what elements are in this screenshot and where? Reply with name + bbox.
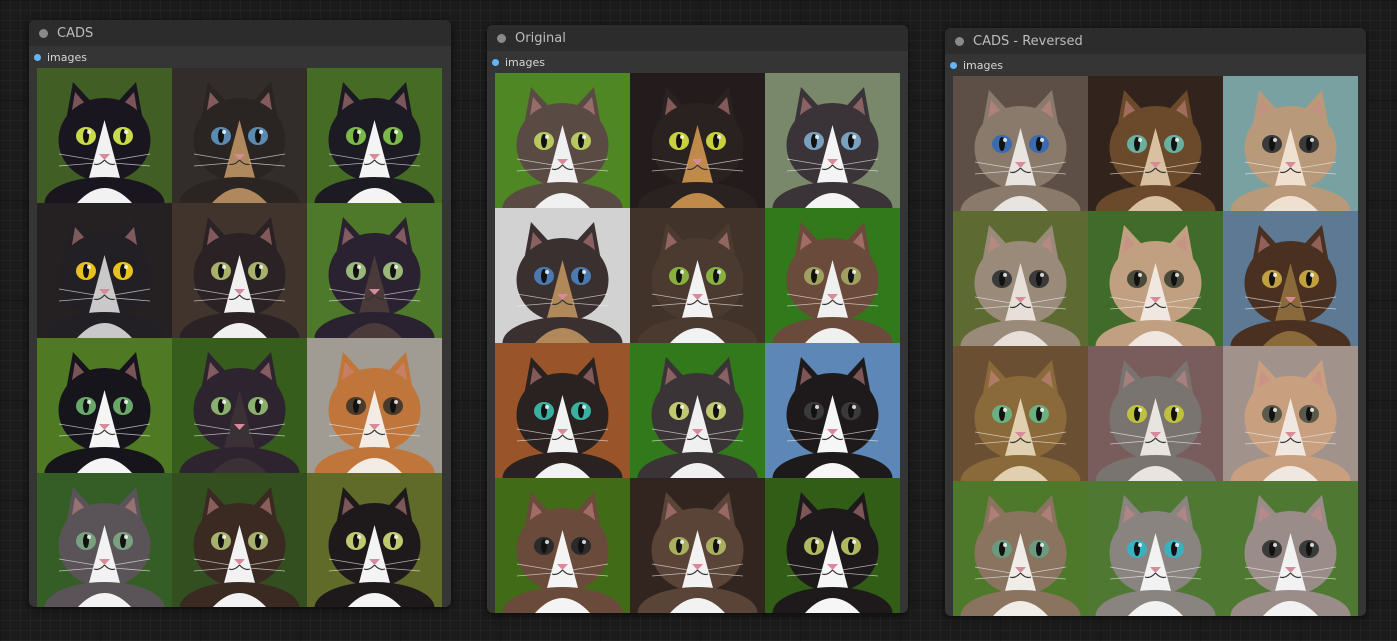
cat-image-thumbnail [1088, 76, 1223, 211]
cat-image-thumbnail [495, 73, 630, 208]
cads-node[interactable]: CADS images [29, 20, 451, 607]
output-label: images [505, 55, 545, 69]
image-grid [37, 68, 442, 607]
cat-image-thumbnail [765, 73, 900, 208]
output-label: images [47, 50, 87, 64]
cat-image-thumbnail [307, 338, 442, 473]
cat-image-thumbnail [495, 208, 630, 343]
image-grid [495, 73, 900, 613]
cat-image-thumbnail [1088, 211, 1223, 346]
node-header[interactable]: CADS [29, 20, 451, 46]
cat-image-thumbnail [953, 346, 1088, 481]
collapse-dot-icon[interactable] [955, 36, 964, 46]
cat-image-thumbnail [495, 478, 630, 613]
cat-image-thumbnail [1223, 211, 1358, 346]
slot-dot-icon[interactable] [950, 61, 957, 69]
image-grid [953, 76, 1358, 616]
cat-image-thumbnail [765, 343, 900, 478]
cat-image-thumbnail [765, 478, 900, 613]
slot-dot-icon[interactable] [34, 53, 41, 61]
cat-image-thumbnail [172, 473, 307, 607]
node-header[interactable]: CADS - Reversed [945, 28, 1366, 54]
cat-image-thumbnail [630, 478, 765, 613]
cat-image-thumbnail [172, 338, 307, 473]
original-node[interactable]: Original images [487, 25, 908, 613]
node-title: CADS [57, 25, 94, 41]
cat-image-thumbnail [953, 76, 1088, 211]
slot-dot-icon[interactable] [492, 58, 499, 66]
cat-image-thumbnail [1223, 346, 1358, 481]
cat-image-thumbnail [37, 338, 172, 473]
cat-image-thumbnail [1223, 481, 1358, 616]
cat-image-thumbnail [37, 68, 172, 203]
cat-image-thumbnail [307, 203, 442, 338]
cat-image-thumbnail [495, 343, 630, 478]
node-title: CADS - Reversed [973, 33, 1083, 49]
cat-image-thumbnail [630, 208, 765, 343]
output-slot[interactable]: images [29, 46, 451, 68]
cat-image-thumbnail [953, 481, 1088, 616]
cat-image-thumbnail [307, 473, 442, 607]
cat-image-thumbnail [172, 68, 307, 203]
cat-image-thumbnail [630, 343, 765, 478]
collapse-dot-icon[interactable] [497, 33, 506, 43]
output-slot[interactable]: images [487, 51, 908, 73]
cat-image-thumbnail [37, 203, 172, 338]
cat-image-thumbnail [1223, 76, 1358, 211]
cat-image-thumbnail [1088, 346, 1223, 481]
output-label: images [963, 58, 1003, 72]
cat-image-thumbnail [172, 203, 307, 338]
cat-image-thumbnail [630, 73, 765, 208]
collapse-dot-icon[interactable] [39, 28, 48, 38]
cat-image-thumbnail [765, 208, 900, 343]
cads-reversed-node[interactable]: CADS - Reversed images [945, 28, 1366, 616]
node-header[interactable]: Original [487, 25, 908, 51]
cat-image-thumbnail [37, 473, 172, 607]
output-slot[interactable]: images [945, 54, 1366, 76]
cat-image-thumbnail [1088, 481, 1223, 616]
node-title: Original [515, 30, 566, 46]
cat-image-thumbnail [307, 68, 442, 203]
cat-image-thumbnail [953, 211, 1088, 346]
